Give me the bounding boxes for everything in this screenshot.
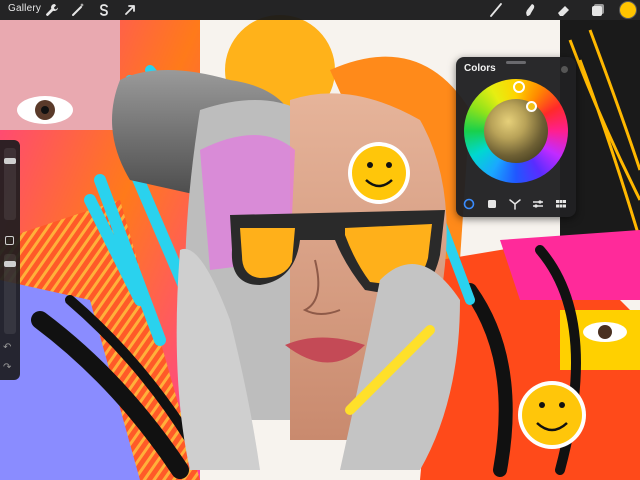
eraser-icon[interactable] (556, 2, 572, 18)
current-color-swatch[interactable] (620, 2, 636, 18)
smiley-sticker-bottom (518, 381, 586, 449)
harmony-tab[interactable] (508, 197, 522, 211)
hue-thumb[interactable] (513, 81, 525, 93)
saturation-brightness-disc[interactable] (484, 99, 548, 163)
magic-wand-icon[interactable] (70, 2, 86, 18)
gallery-button[interactable]: Gallery (8, 3, 41, 14)
brush-size-slider[interactable] (4, 148, 16, 220)
palettes-tab[interactable] (554, 197, 568, 211)
panel-grab-handle[interactable] (506, 61, 526, 64)
modify-button[interactable] (5, 236, 14, 245)
colors-panel-title: Colors (464, 63, 496, 74)
undo-icon[interactable]: ↶ (3, 342, 11, 353)
brush-icon[interactable] (488, 2, 504, 18)
redo-icon[interactable]: ↷ (3, 362, 11, 373)
layers-icon[interactable] (590, 2, 606, 18)
smiley-sticker-top (348, 142, 410, 204)
color-mode-tabs (456, 197, 576, 211)
panel-options-dot[interactable] (561, 66, 568, 73)
left-sidebar: ↶ ↷ (0, 140, 20, 380)
disc-tab[interactable] (462, 197, 476, 211)
classic-tab[interactable] (485, 197, 499, 211)
color-disc[interactable] (464, 79, 568, 183)
colors-panel: Colors (456, 57, 576, 217)
wrench-icon[interactable] (44, 2, 60, 18)
value-tab[interactable] (531, 197, 545, 211)
smudge-icon[interactable] (522, 2, 538, 18)
selection-s-icon[interactable] (96, 2, 112, 18)
transform-arrow-icon[interactable] (122, 2, 138, 18)
top-toolbar: Gallery (0, 0, 640, 20)
saturation-thumb[interactable] (526, 101, 537, 112)
opacity-slider[interactable] (4, 254, 16, 334)
opacity-thumb[interactable] (4, 261, 16, 267)
brush-size-thumb[interactable] (4, 158, 16, 164)
